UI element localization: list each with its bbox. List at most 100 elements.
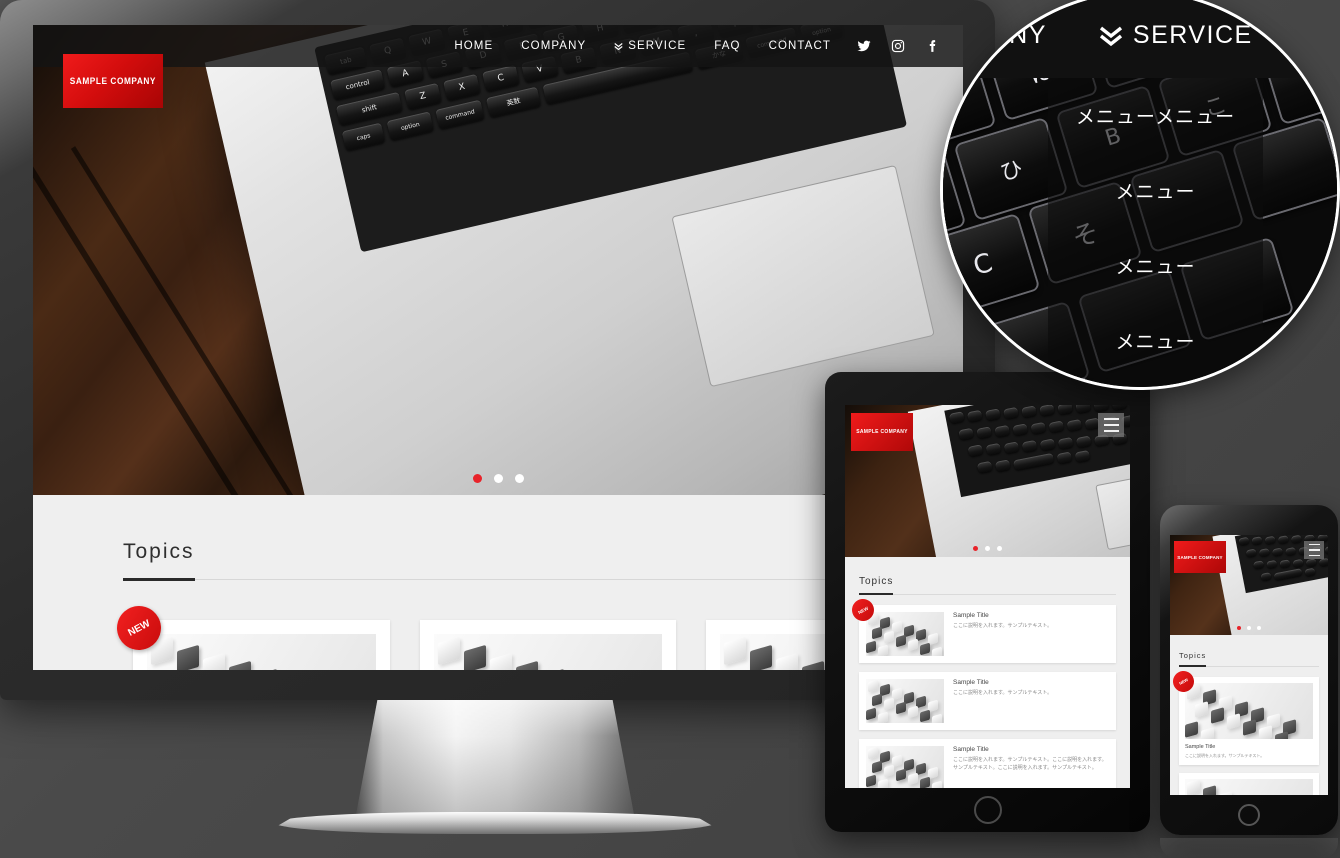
tablet-list-item[interactable]: Sample Title ここに説明を入れます。サンプルテキスト。 xyxy=(859,672,1116,730)
topics-header: Topics xyxy=(123,540,863,581)
tablet-item-thumb xyxy=(866,612,944,656)
topic-card-image xyxy=(433,634,663,670)
phone-home-button[interactable] xyxy=(1238,804,1260,826)
nav-item-label: COMPANY xyxy=(521,40,587,52)
carousel-dot-1[interactable] xyxy=(472,474,482,483)
phone-hero-carousel[interactable]: SAMPLE COMPANY xyxy=(1170,535,1328,635)
tablet-topics-list: NEW Sample Title ここに説明を入れます。サンプルテキスト。 Sa… xyxy=(848,595,1116,788)
magnified-nav-service[interactable]: SERVICE xyxy=(1099,21,1253,50)
tablet-item-text: Sample Title ここに説明を入れます。サンプルテキスト。 xyxy=(953,612,1109,656)
nav-item-service[interactable]: SERVICE xyxy=(614,40,686,52)
tablet-item-title: Sample Title xyxy=(953,746,989,753)
magnifier-zoom-circle: F は N み V ひ B こ C そ 英数 メニューメニュー メニュー メニュ… xyxy=(940,0,1340,390)
site-logo[interactable]: SAMPLE COMPANY xyxy=(63,54,163,108)
tablet-logo[interactable]: SAMPLE COMPANY xyxy=(851,413,913,451)
nav-item-home[interactable]: HOME xyxy=(454,40,493,52)
phone-topics-section: Topics NEW Sample Title ここに説明を入れます。サンプルテ… xyxy=(1170,635,1328,795)
phone-carousel-dot-3[interactable] xyxy=(1257,626,1261,630)
monitor-screen: tab Q W E R T Y U I O P @ delete control… xyxy=(33,25,963,670)
hero-carousel[interactable]: tab Q W E R T Y U I O P @ delete control… xyxy=(33,25,963,495)
nav-list: HOME COMPANY SERVICE FAQ CONTACT xyxy=(454,40,831,52)
dropdown-item-3[interactable]: メニュー xyxy=(1048,228,1263,303)
tablet-screen: SAMPLE COMPANY Topics NEW Sample Title こ… xyxy=(845,405,1130,788)
topics-section: Topics NEW xyxy=(33,540,963,670)
dropdown-item-1[interactable]: メニューメニュー xyxy=(1048,78,1263,153)
site-logo-text: SAMPLE COMPANY xyxy=(69,76,157,86)
hamburger-icon[interactable] xyxy=(1098,413,1124,437)
dropdown-item-2[interactable]: メニュー xyxy=(1048,153,1263,228)
twitter-icon[interactable] xyxy=(857,39,871,53)
tablet-item-thumb xyxy=(866,679,944,723)
nav-item-label: SERVICE xyxy=(628,40,687,52)
double-chevron-down-icon xyxy=(614,42,623,51)
tablet-item-text: Sample Title ここに説明を入れます。サンプルテキスト。 xyxy=(953,679,1109,723)
magnified-nav-service-label: SERVICE xyxy=(1132,21,1253,49)
tablet-carousel-dot-2[interactable] xyxy=(985,546,990,551)
monitor-stand-neck xyxy=(355,700,635,820)
nav-item-label: HOME xyxy=(454,40,494,52)
monitor-stand-base xyxy=(275,812,715,834)
phone-logo[interactable]: SAMPLE COMPANY xyxy=(1174,541,1226,573)
tablet-topics-heading: Topics xyxy=(859,576,894,595)
facebook-icon[interactable] xyxy=(925,39,939,53)
phone-carousel-dots xyxy=(1170,626,1328,630)
phone-topics-heading: Topics xyxy=(1179,651,1207,667)
phone-logo-text: SAMPLE COMPANY xyxy=(1177,554,1223,560)
tablet-item-desc: ここに説明を入れます。サンプルテキスト。 xyxy=(953,623,1053,629)
hamburger-icon[interactable] xyxy=(1304,541,1324,559)
topic-card[interactable] xyxy=(419,620,677,670)
tablet-home-button[interactable] xyxy=(973,796,1002,824)
nav-item-company[interactable]: COMPANY xyxy=(521,40,586,52)
topic-card-image xyxy=(147,634,376,670)
phone-card-image xyxy=(1185,683,1313,739)
tablet-list-item[interactable]: Sample Title ここに説明を入れます。サンプルテキスト。ここに説明を入… xyxy=(859,739,1116,788)
tablet-topics-section: Topics NEW Sample Title ここに説明を入れます。サンプルテ… xyxy=(845,557,1130,788)
magnified-nav-company-label[interactable]: ANY xyxy=(991,21,1047,50)
laptop-trackpad xyxy=(671,164,935,388)
phone-mockup: SAMPLE COMPANY Topics NEW Sample Title こ… xyxy=(1160,505,1338,835)
phone-carousel-dot-2[interactable] xyxy=(1247,626,1251,630)
double-chevron-down-icon xyxy=(1099,24,1123,48)
phone-topics-header: Topics xyxy=(1179,645,1319,667)
tablet-item-desc: ここに説明を入れます。サンプルテキスト。ここに説明を入れます。サンプルテキスト。… xyxy=(953,757,1107,771)
carousel-dots xyxy=(33,474,963,483)
tablet-item-title: Sample Title xyxy=(953,679,989,686)
magnified-service-dropdown: メニューメニュー メニュー メニュー メニュー xyxy=(1048,78,1263,378)
tablet-topics-rule xyxy=(859,594,1116,595)
nav-item-label: CONTACT xyxy=(768,40,831,52)
tablet-logo-text: SAMPLE COMPANY xyxy=(856,429,908,435)
main-navigation: HOME COMPANY SERVICE FAQ CONTACT xyxy=(33,25,963,67)
phone-card-title: Sample Title xyxy=(1185,744,1216,750)
phone-card[interactable]: NEW Sample Title ここに説明を入れます。サンプルテキスト。 xyxy=(1170,667,1319,765)
phone-carousel-dot-1[interactable] xyxy=(1237,626,1241,630)
tablet-item-title: Sample Title xyxy=(953,612,989,619)
tablet-carousel-dot-1[interactable] xyxy=(973,546,978,551)
tablet-mockup: SAMPLE COMPANY Topics NEW Sample Title こ… xyxy=(825,372,1150,832)
tablet-topics-header: Topics xyxy=(859,571,1116,595)
phone-card[interactable]: Sample Title ここに説明を入れます。サンプルテキスト。 xyxy=(1179,773,1319,795)
social-links xyxy=(857,39,939,53)
tablet-item-thumb xyxy=(866,746,944,788)
topics-heading: Topics xyxy=(123,540,195,581)
nav-item-contact[interactable]: CONTACT xyxy=(769,40,831,52)
tablet-laptop-trackpad xyxy=(1095,467,1130,551)
phone-card-desc: ここに説明を入れます。サンプルテキスト。 xyxy=(1185,753,1265,758)
phone-card-image xyxy=(1185,779,1313,795)
instagram-icon[interactable] xyxy=(891,39,905,53)
nav-item-faq[interactable]: FAQ xyxy=(714,40,740,52)
carousel-dot-2[interactable] xyxy=(493,474,503,483)
carousel-dot-3[interactable] xyxy=(514,474,524,483)
dropdown-item-4[interactable]: メニュー xyxy=(1048,303,1263,378)
wood-seam xyxy=(33,266,257,495)
phone-screen: SAMPLE COMPANY Topics NEW Sample Title こ… xyxy=(1170,535,1328,795)
tablet-list-item[interactable]: NEW Sample Title ここに説明を入れます。サンプルテキスト。 xyxy=(848,595,1116,663)
tablet-item-text: Sample Title ここに説明を入れます。サンプルテキスト。ここに説明を入… xyxy=(953,746,1109,788)
magnified-navbar: ANY SERVICE xyxy=(943,0,1337,78)
topic-card[interactable]: NEW xyxy=(109,598,390,670)
nav-item-label: FAQ xyxy=(714,40,741,52)
phone-reflection xyxy=(1160,838,1338,858)
phone-topics-list: NEW Sample Title ここに説明を入れます。サンプルテキスト。 xyxy=(1170,667,1319,795)
tablet-item-desc: ここに説明を入れます。サンプルテキスト。 xyxy=(953,690,1053,696)
tablet-carousel-dot-3[interactable] xyxy=(997,546,1002,551)
tablet-carousel-dots xyxy=(845,546,1130,551)
